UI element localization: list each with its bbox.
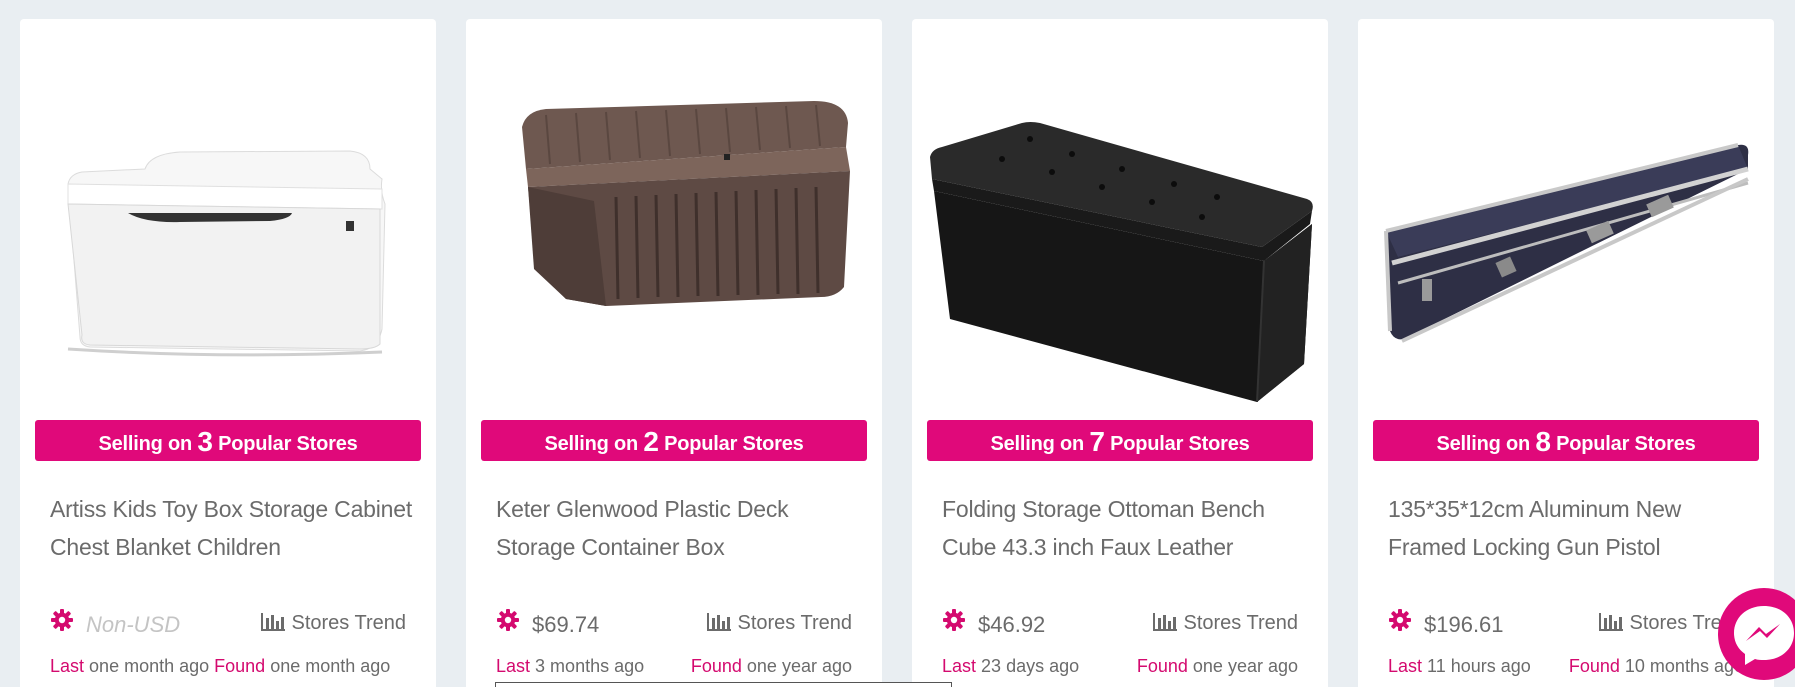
banner-prefix: Selling on [990,433,1084,455]
product-title[interactable]: Artiss Kids Toy Box Storage Cabinet Ches… [50,490,415,566]
banner-prefix: Selling on [1436,433,1530,455]
stores-trend-link[interactable]: Stores Trend [707,612,852,635]
product-title[interactable]: 135*35*12cm Aluminum New Framed Locking … [1388,490,1753,566]
stores-trend-link[interactable]: Stores Trend [261,612,406,635]
gun-case-image[interactable] [1358,19,1774,419]
last-value: one month ago [89,656,210,676]
date-row: Last 3 months ago Found one year ago [496,656,852,677]
banner-prefix: Selling on [98,433,192,455]
stores-trend-link[interactable]: Stores Trend [1153,612,1298,635]
popular-stores-banner: Selling on 7 Popular Stores [927,420,1313,461]
last-label: Last [1388,656,1423,676]
last-value: 23 days ago [981,656,1080,676]
store-count: 7 [1089,426,1105,457]
price: $196.61 [1424,612,1504,637]
stores-trend-label: Stores Trend [737,612,852,634]
product-card[interactable]: Selling on 3 Popular Stores Artiss Kids … [20,19,436,687]
toy-box-image[interactable] [20,19,436,419]
last-label: Last [496,656,531,676]
ottoman-bench-image[interactable] [912,19,1328,419]
banner-prefix: Selling on [544,433,638,455]
popular-stores-banner: Selling on 8 Popular Stores [1373,420,1759,461]
banner-suffix: Popular Stores [664,433,804,455]
found-value: one month ago [270,656,391,676]
store-count: 8 [1535,426,1551,457]
bar-chart-icon [261,613,286,631]
gear-icon[interactable] [942,608,966,632]
price: $46.92 [978,612,1046,637]
date-row: Last 11 hours ago Found 10 months ago [1388,656,1744,677]
found-value: one year ago [1192,656,1298,676]
gear-icon[interactable] [1388,608,1412,632]
product-card[interactable]: Selling on 7 Popular Stores Folding Stor… [912,19,1328,687]
stores-trend-label: Stores Trend [291,612,406,634]
deck-box-image[interactable] [466,19,882,419]
price: $69.74 [532,612,600,637]
banner-suffix: Popular Stores [218,433,358,455]
gear-icon[interactable] [50,608,74,632]
found-label: Found [1568,656,1620,676]
bar-chart-icon [1599,613,1624,631]
popular-stores-banner: Selling on 2 Popular Stores [481,420,867,461]
last-label: Last [50,656,85,676]
found-value: one year ago [746,656,852,676]
stores-trend-label: Stores Trend [1183,612,1298,634]
product-title[interactable]: Keter Glenwood Plastic Deck Storage Cont… [496,490,861,566]
last-value: 11 hours ago [1427,656,1531,676]
horizontal-scroll-box[interactable] [495,682,952,687]
messenger-chat-button[interactable] [1718,588,1795,680]
date-row: Last one month ago Found one month ago [50,656,406,677]
messenger-icon [1734,606,1794,665]
product-title[interactable]: Folding Storage Ottoman Bench Cube 43.3 … [942,490,1307,566]
last-label: Last [942,656,977,676]
bar-chart-icon [1153,613,1178,631]
store-count: 3 [197,426,213,457]
found-label: Found [214,656,266,676]
last-value: 3 months ago [535,656,645,676]
date-row: Last 23 days ago Found one year ago [942,656,1298,677]
gear-icon[interactable] [496,608,520,632]
found-label: Found [690,656,742,676]
price: Non-USD [86,612,181,637]
popular-stores-banner: Selling on 3 Popular Stores [35,420,421,461]
found-label: Found [1136,656,1188,676]
product-card[interactable]: Selling on 8 Popular Stores 135*35*12cm … [1358,19,1774,687]
product-card[interactable]: Selling on 2 Popular Stores Keter Glenwo… [466,19,882,687]
banner-suffix: Popular Stores [1556,433,1696,455]
store-count: 2 [643,426,659,457]
bar-chart-icon [707,613,732,631]
banner-suffix: Popular Stores [1110,433,1250,455]
